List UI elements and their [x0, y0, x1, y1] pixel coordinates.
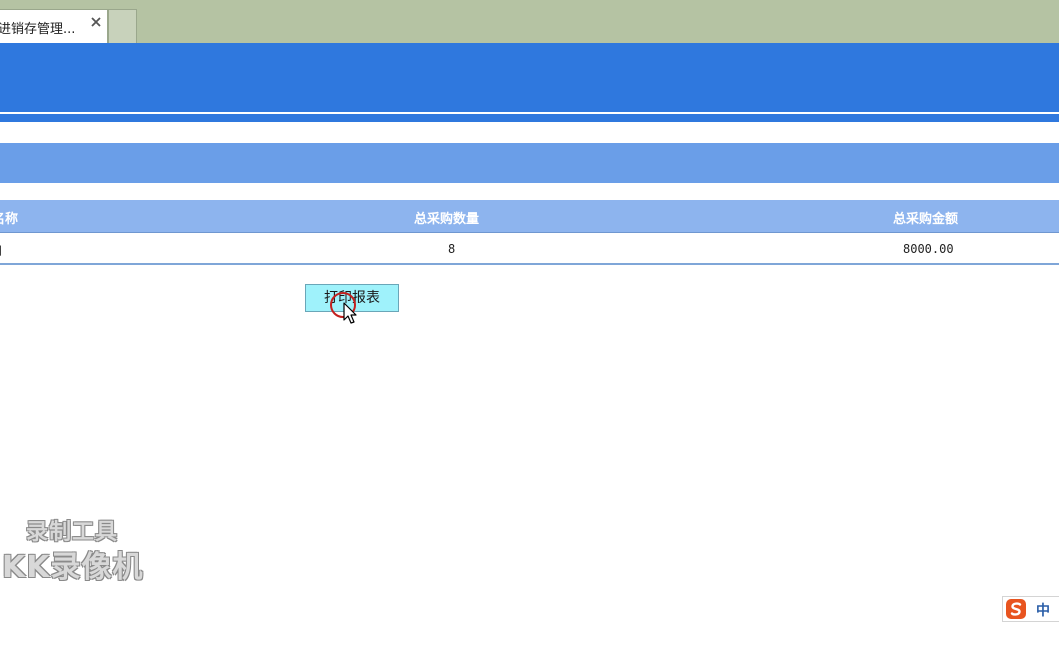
cell-name: 月 — [0, 242, 3, 259]
section-title-bar — [0, 143, 1059, 183]
header-underline — [0, 114, 1059, 122]
column-header-name: 名称 — [0, 212, 19, 227]
browser-tab[interactable]: 进销存管理... — [0, 9, 108, 43]
close-icon[interactable] — [89, 15, 103, 29]
browser-tab-strip: 进销存管理... — [0, 0, 1059, 43]
new-tab-button[interactable] — [108, 9, 137, 43]
print-report-button[interactable]: 打印报表 — [305, 284, 399, 312]
column-header-total-quantity: 总采购数量 — [414, 212, 480, 227]
column-header-total-amount: 总采购金额 — [893, 212, 959, 227]
watermark-brand: KK录像机 — [2, 550, 144, 585]
tab-title: 进销存管理... — [0, 22, 76, 37]
ime-indicator[interactable]: 中 — [1002, 596, 1059, 622]
table-header-row: 名称 总采购数量 总采购金额 — [0, 200, 1059, 233]
ime-mode-label: 中 — [1036, 603, 1050, 619]
sogou-s-icon — [1006, 599, 1026, 619]
table-row: 月 8 8000.00 — [0, 234, 1059, 265]
page-header-banner — [0, 43, 1059, 112]
cell-total-amount: 8000.00 — [903, 242, 954, 256]
screen: 进销存管理... 名称 总采购数量 总采购金额 月 8 8000.00 打印报表… — [0, 0, 1059, 662]
cell-total-quantity: 8 — [448, 242, 456, 256]
